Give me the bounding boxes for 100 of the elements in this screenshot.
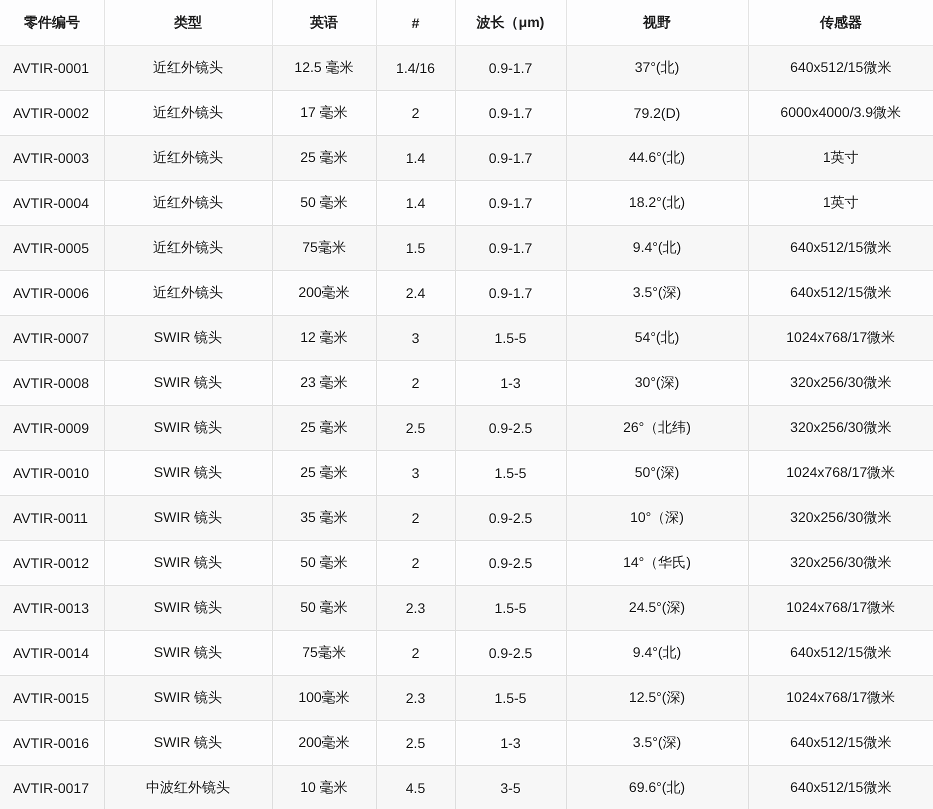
table-cell: 640x512/15微米 xyxy=(748,720,933,766)
table-cell: 近红外镜头 xyxy=(104,46,272,90)
table-cell: 1024x768/17微米 xyxy=(748,676,933,720)
table-cell: 320x256/30微米 xyxy=(748,406,933,450)
table-cell: 0.9-2.5 xyxy=(455,630,566,676)
table-cell: AVTIR-0002 xyxy=(0,90,104,136)
table-cell: 12.5 毫米 xyxy=(272,46,376,90)
table-cell: 1.4/16 xyxy=(376,46,455,90)
table-cell: 23 毫米 xyxy=(272,360,376,406)
table-cell: 2.3 xyxy=(376,586,455,630)
table-cell: AVTIR-0004 xyxy=(0,180,104,226)
table-cell: 50°(深) xyxy=(566,450,748,496)
table-cell: 30°(深) xyxy=(566,360,748,406)
column-header: 类型 xyxy=(104,0,272,46)
table-cell: 37°(北) xyxy=(566,46,748,90)
table-cell: SWIR 镜头 xyxy=(104,540,272,586)
table-cell: SWIR 镜头 xyxy=(104,316,272,360)
table-cell: 75毫米 xyxy=(272,630,376,676)
table-cell: 1.5-5 xyxy=(455,586,566,630)
table-cell: 6000x4000/3.9微米 xyxy=(748,90,933,136)
table-cell: 1.4 xyxy=(376,180,455,226)
table-cell: AVTIR-0003 xyxy=(0,136,104,180)
table-cell: 320x256/30微米 xyxy=(748,360,933,406)
table-cell: 1024x768/17微米 xyxy=(748,316,933,360)
table-cell: 1.5-5 xyxy=(455,450,566,496)
table-cell: AVTIR-0007 xyxy=(0,316,104,360)
table-cell: SWIR 镜头 xyxy=(104,630,272,676)
table-cell: 2.5 xyxy=(376,720,455,766)
table-cell: 9.4°(北) xyxy=(566,630,748,676)
table-cell: AVTIR-0014 xyxy=(0,630,104,676)
table-cell: 2.4 xyxy=(376,270,455,316)
table-cell: SWIR 镜头 xyxy=(104,720,272,766)
table-cell: 3 xyxy=(376,316,455,360)
table-cell: SWIR 镜头 xyxy=(104,586,272,630)
table-cell: 640x512/15微米 xyxy=(748,766,933,809)
table-cell: 12 毫米 xyxy=(272,316,376,360)
table-cell: 0.9-1.7 xyxy=(455,270,566,316)
table-cell: 54°(北) xyxy=(566,316,748,360)
table-cell: 1.5 xyxy=(376,226,455,270)
table-cell: 35 毫米 xyxy=(272,496,376,540)
table-cell: AVTIR-0015 xyxy=(0,676,104,720)
table-cell: 2 xyxy=(376,90,455,136)
table-cell: 2.3 xyxy=(376,676,455,720)
table-cell: 0.9-2.5 xyxy=(455,496,566,540)
table-cell: 0.9-2.5 xyxy=(455,406,566,450)
table-cell: 24.5°(深) xyxy=(566,586,748,630)
table-cell: 10°（深) xyxy=(566,496,748,540)
table-cell: 2 xyxy=(376,496,455,540)
table-cell: 近红外镜头 xyxy=(104,136,272,180)
table-cell: AVTIR-0016 xyxy=(0,720,104,766)
table-cell: SWIR 镜头 xyxy=(104,496,272,540)
table-cell: 1英寸 xyxy=(748,180,933,226)
table-cell: 50 毫米 xyxy=(272,586,376,630)
table-cell: SWIR 镜头 xyxy=(104,360,272,406)
table-cell: 近红外镜头 xyxy=(104,270,272,316)
table-cell: 1.5-5 xyxy=(455,316,566,360)
table-cell: SWIR 镜头 xyxy=(104,406,272,450)
table-cell: 200毫米 xyxy=(272,270,376,316)
table-cell: 640x512/15微米 xyxy=(748,226,933,270)
table-cell: 2 xyxy=(376,630,455,676)
table-cell: 1.5-5 xyxy=(455,676,566,720)
table-cell: 320x256/30微米 xyxy=(748,496,933,540)
column-header: 波长（μm) xyxy=(455,0,566,46)
table-cell: SWIR 镜头 xyxy=(104,676,272,720)
table-cell: AVTIR-0017 xyxy=(0,766,104,809)
table-cell: 14°（华氏) xyxy=(566,540,748,586)
table-cell: 0.9-1.7 xyxy=(455,46,566,90)
table-cell: AVTIR-0011 xyxy=(0,496,104,540)
table-cell: 0.9-1.7 xyxy=(455,90,566,136)
table-cell: 3-5 xyxy=(455,766,566,809)
table-cell: 0.9-1.7 xyxy=(455,180,566,226)
table-cell: 75毫米 xyxy=(272,226,376,270)
table-cell: 4.5 xyxy=(376,766,455,809)
table-cell: 640x512/15微米 xyxy=(748,630,933,676)
table-cell: 1-3 xyxy=(455,720,566,766)
table-cell: 3.5°(深) xyxy=(566,270,748,316)
table-cell: 1-3 xyxy=(455,360,566,406)
table-cell: 9.4°(北) xyxy=(566,226,748,270)
table-cell: 1024x768/17微米 xyxy=(748,586,933,630)
table-cell: AVTIR-0008 xyxy=(0,360,104,406)
table-cell: 25 毫米 xyxy=(272,406,376,450)
table-cell: 100毫米 xyxy=(272,676,376,720)
table-cell: 79.2(D) xyxy=(566,90,748,136)
table-cell: 640x512/15微米 xyxy=(748,46,933,90)
table-cell: 中波红外镜头 xyxy=(104,766,272,809)
table-cell: 10 毫米 xyxy=(272,766,376,809)
column-header: 零件编号 xyxy=(0,0,104,46)
table-cell: 2 xyxy=(376,360,455,406)
table-cell: 26°（北纬) xyxy=(566,406,748,450)
table-cell: 2 xyxy=(376,540,455,586)
column-header: # xyxy=(376,0,455,46)
table-cell: 近红外镜头 xyxy=(104,226,272,270)
table-cell: AVTIR-0005 xyxy=(0,226,104,270)
table-cell: AVTIR-0012 xyxy=(0,540,104,586)
table-cell: 近红外镜头 xyxy=(104,180,272,226)
table-cell: 200毫米 xyxy=(272,720,376,766)
table-cell: 近红外镜头 xyxy=(104,90,272,136)
table-cell: 1024x768/17微米 xyxy=(748,450,933,496)
table-cell: 0.9-1.7 xyxy=(455,226,566,270)
table-cell: 44.6°(北) xyxy=(566,136,748,180)
